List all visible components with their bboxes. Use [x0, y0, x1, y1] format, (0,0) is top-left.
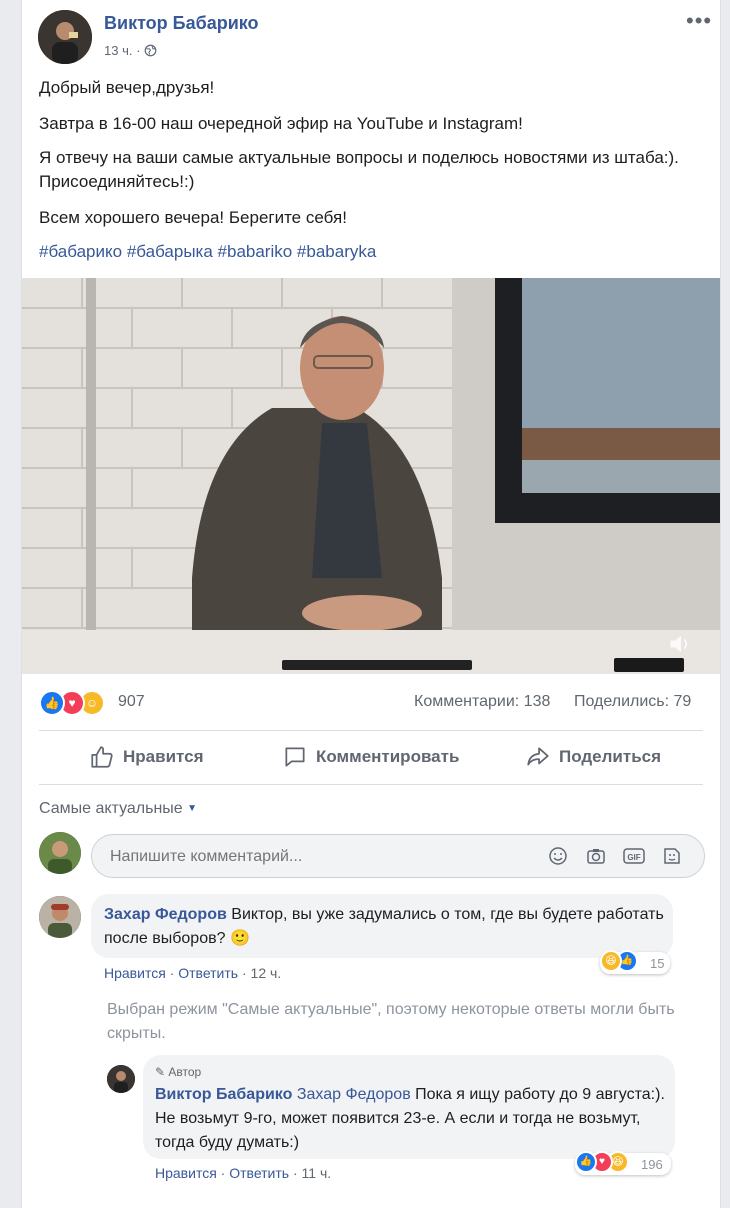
comment-input-box[interactable]: GIF	[91, 834, 705, 879]
comment-author[interactable]: Захар Федоров	[104, 906, 227, 923]
comment-reactions-count: 15	[650, 956, 665, 971]
comment-button-label: Комментировать	[316, 747, 460, 766]
like-button[interactable]: Нравится	[89, 740, 204, 774]
reply-like-link[interactable]: Нравится	[155, 1165, 217, 1181]
post-meta: 13 ч. ·	[104, 43, 157, 58]
post-hashtags[interactable]: #бабарико #бабарыка #babariko #babaryka	[39, 240, 699, 264]
separator: ·	[292, 1165, 302, 1181]
post-paragraph: Я отвечу на ваши самые актуальные вопрос…	[39, 148, 679, 191]
comment-text-container: Захар Федоров Виктор, вы уже задумались …	[104, 903, 664, 951]
separator: ·	[220, 1165, 230, 1181]
author-badge: ✎ Автор	[155, 1060, 201, 1084]
video-frame	[22, 278, 720, 674]
like-button-label: Нравится	[123, 747, 204, 766]
share-button[interactable]: Поделиться	[525, 740, 661, 774]
post-video[interactable]	[22, 278, 720, 674]
comment-reply-link[interactable]: Ответить	[178, 965, 238, 981]
post-paragraph: Всем хорошего вечера! Берегите себя!	[39, 208, 347, 227]
gif-icon[interactable]: GIF	[623, 846, 645, 866]
current-user-avatar[interactable]	[39, 832, 81, 874]
comment-button[interactable]: Комментировать	[282, 740, 459, 774]
reply-actions: Нравится · Ответить · 11 ч.	[155, 1165, 331, 1181]
post-time[interactable]: 13 ч.	[104, 43, 132, 58]
pencil-icon: ✎	[155, 1065, 166, 1079]
haha-reaction-icon: 😆	[600, 950, 622, 972]
camera-icon[interactable]	[586, 846, 606, 866]
reply-reactions-count: 196	[641, 1157, 663, 1172]
meta-separator: ·	[136, 43, 145, 58]
sort-hint: Выбран режим "Самые актуальные", поэтому…	[107, 1001, 675, 1042]
reactions-summary[interactable]: 👍 ♥ ☺ 907	[39, 690, 179, 716]
post-paragraph: Завтра в 16-00 наш очередной эфир на You…	[39, 114, 523, 133]
reply-time[interactable]: 11 ч.	[302, 1165, 332, 1181]
comment-time[interactable]: 12 ч.	[251, 965, 282, 981]
share-button-label: Поделиться	[559, 747, 662, 766]
share-icon	[527, 747, 549, 766]
divider	[39, 730, 703, 731]
globe-icon	[144, 44, 157, 57]
author-name[interactable]: Виктор Бабарико	[104, 13, 259, 34]
like-reaction-icon: 👍	[39, 690, 65, 716]
sticker-icon[interactable]	[662, 846, 682, 866]
divider	[39, 784, 703, 785]
thumbs-up-icon	[91, 746, 113, 768]
like-reaction-icon: 👍	[575, 1151, 597, 1173]
caret-down-icon: ▼	[187, 803, 198, 814]
sort-label: Самые актуальные	[39, 800, 183, 817]
shares-count[interactable]: Поделились: 79	[574, 693, 691, 711]
separator: ·	[241, 965, 251, 981]
volume-icon[interactable]	[667, 630, 695, 658]
svg-text:GIF: GIF	[627, 853, 640, 862]
reply-mention[interactable]: Захар Федоров	[297, 1086, 411, 1103]
reply-author-avatar[interactable]	[107, 1065, 135, 1093]
comment-sort-dropdown[interactable]: Самые актуальные ▼	[39, 800, 197, 818]
emoji-icon[interactable]	[548, 846, 568, 866]
reply-reactions[interactable]: 👍 ♥ 😆 196	[575, 1151, 671, 1175]
reply-author[interactable]: Виктор Бабарико	[155, 1086, 292, 1103]
comment-actions: Нравится · Ответить · 12 ч.	[104, 965, 281, 981]
comment-icon	[285, 747, 305, 767]
comments-count[interactable]: Комментарии: 138	[414, 693, 550, 711]
reply-reply-link[interactable]: Ответить	[229, 1165, 289, 1181]
reply-bubble: ✎ Автор Виктор Бабарико Захар Федоров По…	[143, 1055, 675, 1159]
reply-text-container: Виктор Бабарико Захар Федоров Пока я ищу…	[155, 1083, 665, 1155]
more-options-icon[interactable]: •••	[686, 8, 712, 34]
comment-input[interactable]	[108, 835, 532, 879]
comment-like-link[interactable]: Нравится	[104, 965, 166, 981]
post-paragraph: Добрый вечер,друзья!	[39, 78, 215, 97]
commenter-avatar[interactable]	[39, 896, 81, 938]
separator: ·	[169, 965, 179, 981]
post-card: Виктор Бабарико 13 ч. · ••• Добрый вечер…	[21, 0, 721, 1208]
reactions-count: 907	[118, 693, 145, 710]
author-avatar[interactable]	[38, 10, 92, 64]
comment-bubble: Захар Федоров Виктор, вы уже задумались …	[91, 894, 673, 958]
author-badge-label: Автор	[168, 1065, 202, 1079]
comment-reactions[interactable]: 😆 👍 15	[600, 950, 670, 974]
